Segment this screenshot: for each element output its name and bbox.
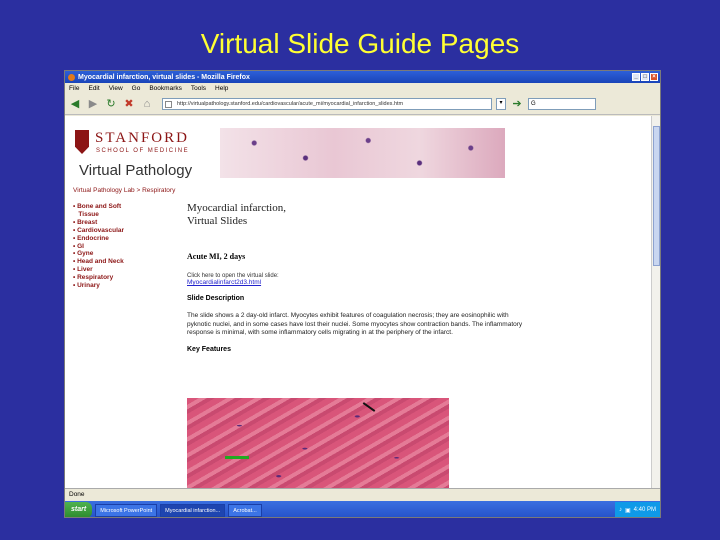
- browser-screenshot: Myocardial infarction, virtual slides - …: [64, 70, 661, 518]
- go-icon[interactable]: ➔: [510, 97, 524, 111]
- taskbar-item-powerpoint[interactable]: Microsoft PowerPoint: [95, 503, 158, 517]
- virtual-slide-link[interactable]: Myocardialinfarct2d3.html: [187, 279, 527, 286]
- menu-go[interactable]: Go: [132, 85, 141, 92]
- nav-item-breast[interactable]: • Breast: [73, 219, 124, 227]
- nav-item-head-neck[interactable]: • Head and Neck: [73, 258, 124, 266]
- nav-item-cardiovascular[interactable]: • Cardiovascular: [73, 227, 124, 235]
- nav-item-liver[interactable]: • Liver: [73, 266, 124, 274]
- volume-icon[interactable]: ♪: [619, 507, 622, 513]
- menu-file[interactable]: File: [69, 85, 79, 92]
- windows-taskbar: start Microsoft PowerPoint Myocardial in…: [65, 501, 660, 517]
- reload-icon[interactable]: ↻: [104, 97, 118, 111]
- logo-subtitle: SCHOOL OF MEDICINE: [96, 148, 190, 154]
- green-arrow-icon: [225, 456, 249, 459]
- nav-item-endocrine[interactable]: • Endocrine: [73, 235, 124, 243]
- content-title-2: Virtual Slides: [187, 215, 248, 227]
- window-title: Myocardial infarction, virtual slides - …: [78, 73, 250, 81]
- vertical-scrollbar[interactable]: [651, 116, 660, 488]
- navigation-toolbar: ◀ ▶ ↻ ✖ ⌂ http://virtualpathology.stanfo…: [65, 93, 660, 115]
- close-button[interactable]: ×: [650, 73, 658, 81]
- nav-item-tissue[interactable]: Tissue: [73, 211, 124, 219]
- menu-view[interactable]: View: [109, 85, 123, 92]
- menu-tools[interactable]: Tools: [191, 85, 206, 92]
- window-controls: _ □ ×: [632, 73, 660, 81]
- case-subheading: Acute MI, 2 days: [187, 252, 246, 261]
- status-bar: Done: [65, 488, 660, 501]
- back-arrow-icon[interactable]: ◀: [68, 97, 82, 111]
- url-input[interactable]: http://virtualpathology.stanford.edu/car…: [162, 97, 492, 110]
- breadcrumb[interactable]: Virtual Pathology Lab > Respiratory: [73, 187, 175, 194]
- start-button[interactable]: start: [65, 502, 93, 517]
- key-features-heading: Key Features: [187, 345, 231, 353]
- slide-title: Virtual Slide Guide Pages: [200, 28, 520, 59]
- page-icon: [165, 100, 172, 108]
- stop-icon[interactable]: ✖: [122, 97, 136, 111]
- side-navigation: • Bone and Soft Tissue • Breast • Cardio…: [73, 203, 124, 290]
- content-title-1: Myocardial infarction,: [187, 202, 286, 214]
- site-title: Virtual Pathology: [79, 162, 193, 179]
- forward-arrow-icon[interactable]: ▶: [86, 97, 100, 111]
- logo-title: STANFORD: [95, 130, 189, 146]
- menu-bar: File Edit View Go Bookmarks Tools Help: [65, 83, 660, 93]
- main-content: Myocardial infarction, Virtual Slides Ac…: [187, 202, 527, 353]
- url-text: http://virtualpathology.stanford.edu/car…: [177, 100, 404, 107]
- status-text: Done: [69, 491, 85, 498]
- menu-edit[interactable]: Edit: [88, 85, 99, 92]
- scrollbar-thumb[interactable]: [653, 126, 660, 266]
- search-input[interactable]: G: [528, 97, 596, 110]
- taskbar-item-firefox[interactable]: Myocardial infarction...: [160, 503, 226, 517]
- stanford-logo-icon: [75, 130, 89, 154]
- nav-item-gi[interactable]: • GI: [73, 243, 124, 251]
- black-arrow-icon: [362, 402, 376, 412]
- home-icon[interactable]: ⌂: [140, 97, 154, 111]
- network-icon[interactable]: ▣: [625, 507, 631, 514]
- nav-item-gyne[interactable]: • Gyne: [73, 250, 124, 258]
- clock: 4:40 PM: [633, 507, 656, 513]
- system-tray: ♪ ▣ 4:40 PM: [614, 502, 660, 517]
- header-histology-image: [220, 128, 505, 178]
- menu-help[interactable]: Help: [215, 85, 228, 92]
- maximize-button[interactable]: □: [641, 73, 649, 81]
- taskbar-item-acrobat[interactable]: Acrobat...: [228, 503, 262, 517]
- minimize-button[interactable]: _: [632, 73, 640, 81]
- page-viewport: STANFORD SCHOOL OF MEDICINE Virtual Path…: [65, 116, 653, 488]
- slide-description-heading: Slide Description: [187, 295, 245, 302]
- url-dropdown-icon[interactable]: ▾: [496, 97, 506, 110]
- search-engine-label: G: [531, 100, 536, 107]
- slide-description-text: The slide shows a 2 day-old infarct. Myo…: [187, 312, 523, 336]
- firefox-icon: [68, 73, 75, 81]
- window-titlebar: Myocardial infarction, virtual slides - …: [65, 71, 660, 83]
- menu-bookmarks[interactable]: Bookmarks: [149, 85, 182, 92]
- key-features-histology-image: [187, 398, 449, 488]
- nav-item-respiratory[interactable]: • Respiratory: [73, 274, 124, 282]
- nav-item-bone[interactable]: • Bone and Soft: [73, 203, 124, 211]
- nav-item-urinary[interactable]: • Urinary: [73, 282, 124, 290]
